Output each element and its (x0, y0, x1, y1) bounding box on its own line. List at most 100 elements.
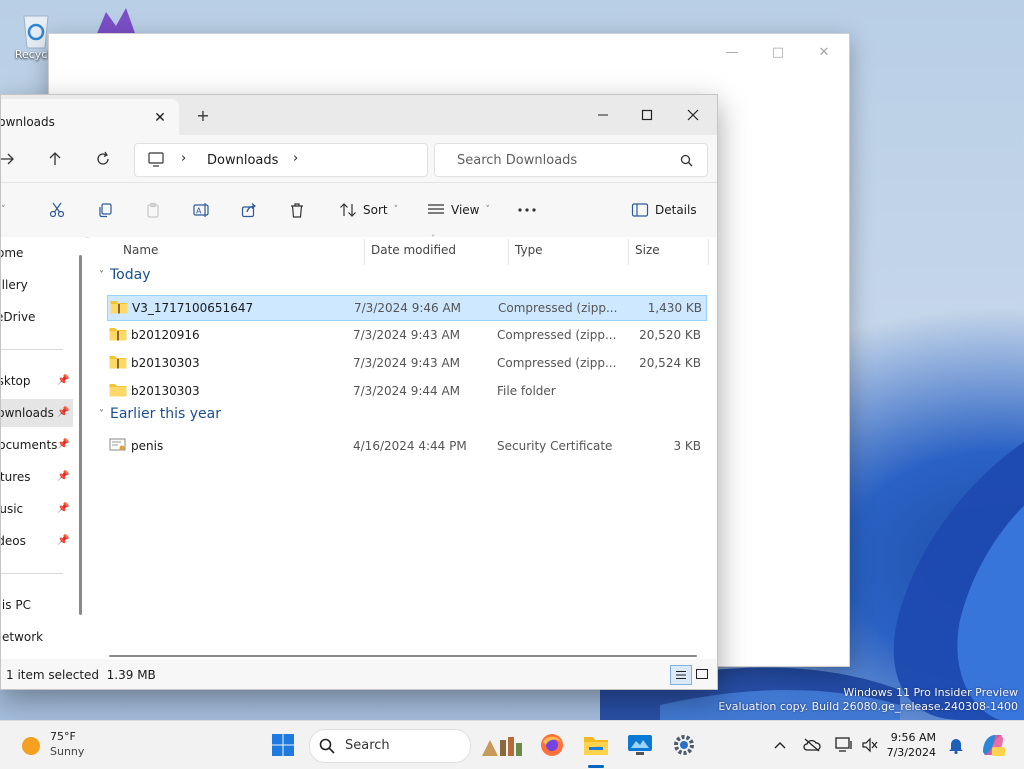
file-row[interactable]: V3_1717100651647 7/3/2024 9:46 AM Compress… (107, 295, 707, 321)
speaker-muted-icon (862, 737, 878, 753)
group-header-today[interactable]: ˅ Today (99, 267, 151, 283)
search-input[interactable]: Search Downloads (457, 153, 577, 168)
chevron-right-icon[interactable]: › (181, 151, 186, 166)
maximize-icon (641, 109, 653, 121)
bell-icon (949, 739, 963, 754)
show-hidden-icons-button[interactable] (770, 735, 790, 755)
pin-icon: 📌 (57, 503, 70, 514)
file-explorer-window[interactable]: Downloads ✕ + › Downloads › Se (0, 94, 718, 690)
notifications-button[interactable] (946, 735, 966, 755)
app-shortcut-icon[interactable] (92, 6, 138, 36)
details-label: Details (655, 203, 697, 217)
zip-folder-icon (109, 328, 127, 341)
title-bar[interactable]: Downloads ✕ + (1, 95, 717, 135)
file-name: V3_1717100651647 (132, 301, 254, 315)
arrow-right-icon (1, 153, 14, 165)
firefox-taskbar-icon[interactable] (537, 730, 567, 760)
column-header-type[interactable]: Type (515, 243, 543, 257)
copilot-button[interactable] (980, 732, 1006, 758)
copilot-icon (983, 735, 1005, 756)
file-explorer-taskbar-icon[interactable] (581, 730, 611, 760)
tab-close-icon[interactable]: ✕ (152, 110, 168, 126)
nav-item-onedrive[interactable]: OneDrive (1, 303, 57, 331)
file-row[interactable]: b20120916 7/3/2024 9:43 AM Compressed (zip… (107, 323, 705, 347)
column-divider[interactable] (628, 239, 629, 265)
delete-button[interactable] (289, 198, 305, 222)
file-row[interactable]: b20130303 7/3/2024 9:43 AM Compressed (zip… (107, 351, 705, 375)
file-name: b20120916 (131, 328, 200, 342)
chevron-right-icon[interactable]: › (293, 151, 298, 166)
minimize-button[interactable] (581, 101, 625, 129)
details-view-button[interactable] (670, 665, 692, 685)
start-button[interactable] (268, 730, 298, 760)
trash-icon (291, 203, 303, 218)
onedrive-tray-icon[interactable] (802, 735, 822, 755)
network-tray-icon[interactable] (834, 735, 854, 755)
cut-button[interactable] (49, 198, 65, 222)
nav-item-downloads[interactable]: Downloads📌 (1, 399, 73, 427)
bg-close-button[interactable]: ✕ (801, 40, 847, 64)
column-header-name[interactable]: Name (123, 243, 158, 257)
settings-taskbar-icon[interactable] (669, 730, 699, 760)
copy-button[interactable] (97, 198, 113, 222)
command-bar: ˅ A Sort ˅ View ˅ Details (1, 183, 717, 238)
forward-button[interactable] (1, 149, 17, 169)
rename-button[interactable]: A (193, 198, 211, 222)
search-box[interactable]: Search Downloads (434, 143, 708, 177)
more-options-button[interactable] (517, 198, 537, 222)
weather-widget[interactable]: 75°F Sunny (18, 729, 108, 761)
sort-button[interactable]: Sort ˅ (339, 198, 398, 222)
new-tab-button[interactable]: + (194, 107, 212, 125)
file-size: 20,520 KB (639, 328, 701, 342)
remote-desktop-taskbar-icon[interactable] (625, 730, 655, 760)
taskbar-search[interactable]: Search (309, 729, 522, 763)
nav-item-documents[interactable]: Documents📌 (1, 431, 69, 459)
bg-minimize-button[interactable]: — (709, 40, 755, 64)
column-header-date[interactable]: Date modified (371, 243, 456, 257)
view-button[interactable]: View ˅ (427, 198, 490, 222)
pin-icon: 📌 (57, 439, 70, 450)
file-date: 4/16/2024 4:44 PM (353, 439, 467, 453)
column-header-size[interactable]: Size (635, 243, 660, 257)
nav-item-videos[interactable]: Videos📌 (1, 527, 69, 555)
paste-icon (147, 202, 159, 218)
search-icon (319, 738, 335, 754)
details-pane-icon (631, 203, 649, 217)
maximize-button[interactable] (625, 101, 669, 129)
breadcrumb[interactable]: › Downloads › (134, 143, 428, 177)
bg-maximize-button[interactable]: □ (755, 40, 801, 64)
up-button[interactable] (45, 149, 65, 169)
column-divider[interactable] (364, 239, 365, 265)
clock[interactable]: 9:56 AM 7/3/2024 (880, 730, 936, 760)
horizontal-scrollbar[interactable] (109, 655, 697, 657)
paste-button[interactable] (145, 198, 161, 222)
pin-icon: 📌 (57, 471, 70, 482)
nav-item-home[interactable]: Home (1, 239, 36, 267)
tiles-view-button[interactable] (692, 665, 712, 683)
nav-item-gallery[interactable]: Gallery (1, 271, 44, 299)
file-row[interactable]: b20130303 7/3/2024 9:44 AM File folder (107, 379, 705, 403)
this-pc-icon (148, 152, 164, 167)
nav-item-network[interactable]: Network (1, 623, 51, 651)
close-button[interactable] (671, 101, 715, 129)
file-row[interactable]: penis 4/16/2024 4:44 PM Security Certifica… (107, 434, 705, 458)
tab-downloads[interactable]: Downloads ✕ (1, 99, 179, 135)
nav-scrollbar[interactable] (79, 255, 82, 615)
new-dropdown-chevron[interactable]: ˅ (1, 198, 6, 222)
chevron-down-icon: ˅ (99, 269, 104, 281)
nav-item-pictures[interactable]: Pictures📌 (1, 463, 69, 491)
nav-item-desktop[interactable]: Desktop📌 (1, 367, 69, 395)
taskbar-search-label: Search (345, 738, 390, 753)
column-divider[interactable] (508, 239, 509, 265)
nav-item-this-pc[interactable]: This PC (1, 591, 45, 619)
details-pane-button[interactable]: Details (631, 198, 697, 222)
weather-condition: Sunny (50, 745, 85, 758)
nav-item-music[interactable]: Music📌 (1, 495, 69, 523)
volume-tray-icon[interactable] (860, 735, 880, 755)
share-button[interactable] (241, 198, 257, 222)
refresh-button[interactable] (93, 149, 113, 169)
group-header-earlier[interactable]: ˅ Earlier this year (99, 406, 221, 422)
file-type: Compressed (zipp... (497, 328, 617, 342)
column-divider[interactable] (708, 239, 709, 265)
breadcrumb-downloads[interactable]: Downloads (207, 153, 278, 168)
